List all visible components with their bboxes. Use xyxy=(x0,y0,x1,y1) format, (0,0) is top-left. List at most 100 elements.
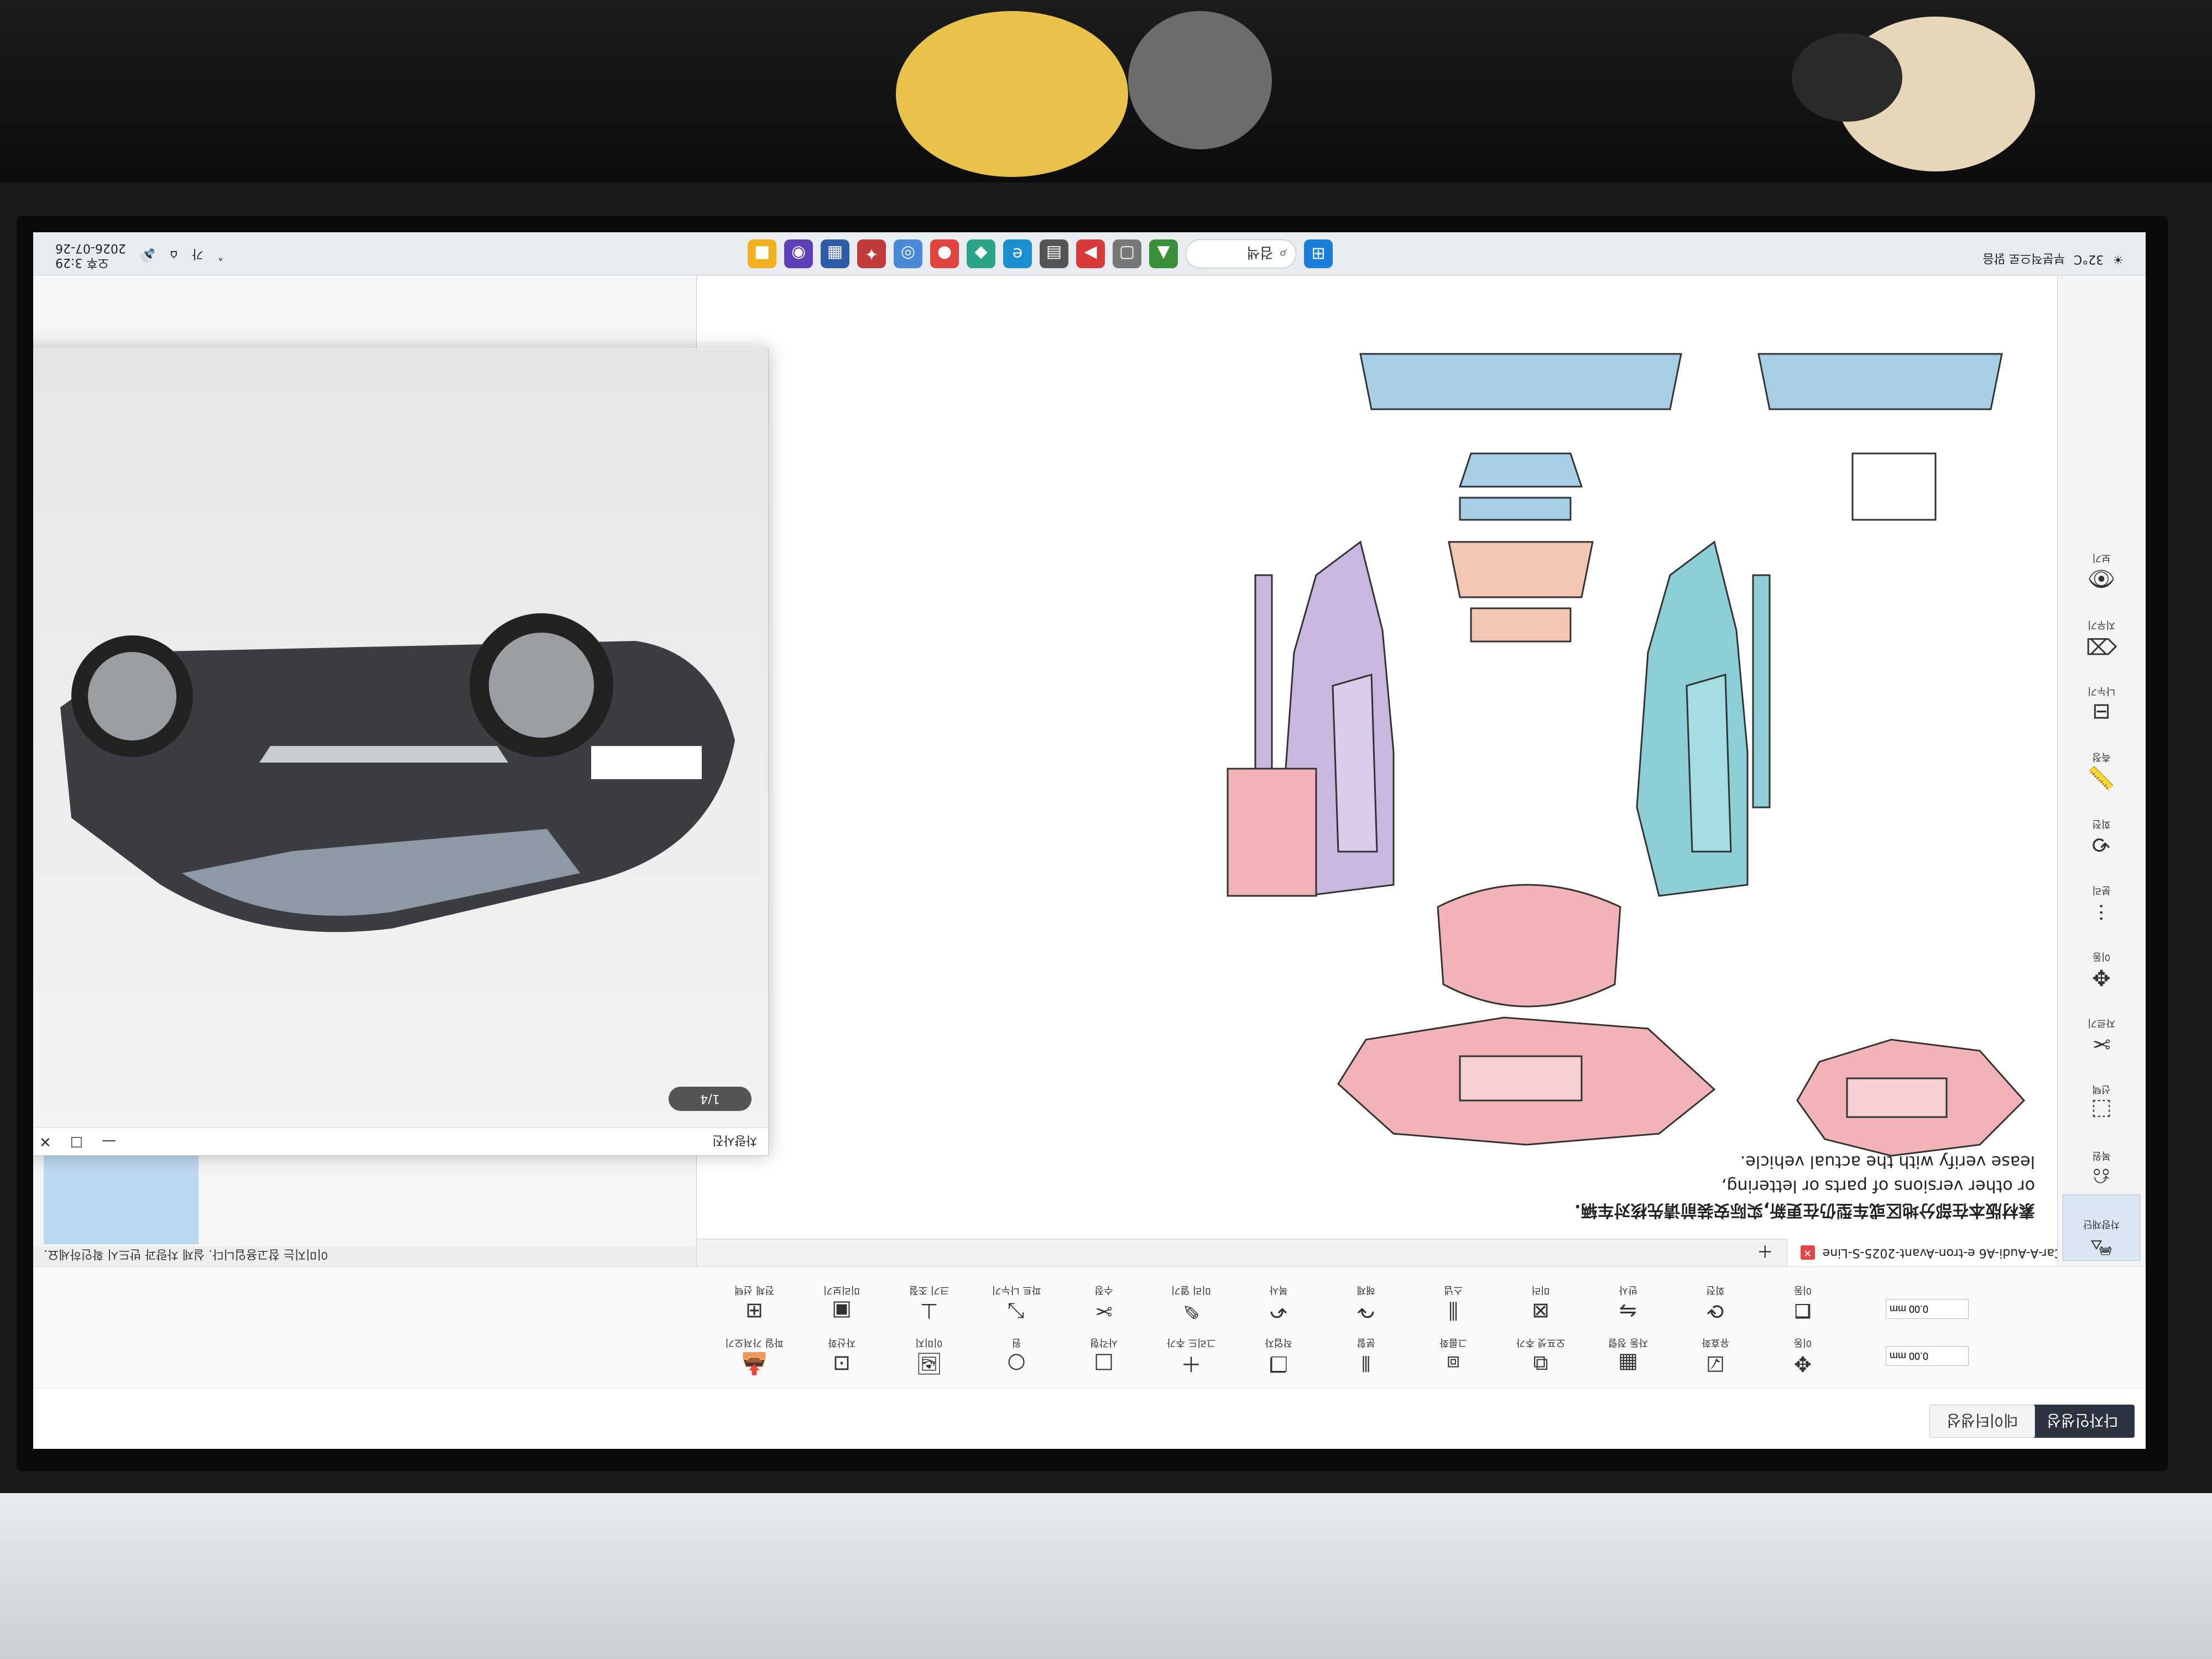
check-icon: ☑ xyxy=(1705,1352,1725,1376)
close-icon[interactable]: ✕ xyxy=(39,1134,51,1150)
tool2-move[interactable]: ⧠ 이동 xyxy=(1770,1275,1836,1324)
weather-icon: ☀ xyxy=(2112,252,2124,267)
tool-file-import[interactable]: 📥 파일 가져오기 xyxy=(721,1327,787,1377)
viewer-title: 차량사진 xyxy=(712,1133,757,1147)
car-photo xyxy=(60,613,735,932)
rotate-icon: ⟳ xyxy=(1707,1299,1724,1323)
offset-input-1[interactable] xyxy=(1886,1346,1969,1366)
chrome-icon[interactable]: ◎ xyxy=(894,239,922,268)
viewer-image-area: 1/4 xyxy=(33,348,768,1128)
tool2-preview-open[interactable]: ✎ 미리 열기 xyxy=(1158,1275,1224,1324)
tray-clock[interactable]: 오후 3:29 2026-07-26 xyxy=(55,241,126,269)
maximize-icon[interactable]: ☐ xyxy=(70,1134,83,1150)
hood-part[interactable] xyxy=(1437,884,1621,1008)
plush-toy-far xyxy=(1128,11,1272,149)
tool-split[interactable]: ⫴ 분할 xyxy=(1333,1327,1399,1377)
app-icon-3[interactable]: ▶ xyxy=(1076,239,1105,268)
tool2-copy[interactable]: ↶ 복사 xyxy=(1245,1275,1312,1324)
tool2-reflect[interactable]: ⇋ 반사 xyxy=(1595,1275,1661,1324)
tab-add-button[interactable]: ＋ xyxy=(1744,1239,1787,1267)
offset-input-2[interactable] xyxy=(1886,1299,1969,1319)
pattern-canvas[interactable]: 素材版本在部分地区或车型仍在更新,实际安装前请先核对车辆. or other v… xyxy=(697,276,2057,1239)
desk-surface xyxy=(0,1493,2212,1659)
app-icon-8[interactable]: ▦ xyxy=(821,239,849,268)
reflect-icon: ⇋ xyxy=(1619,1299,1637,1323)
app-icon-9[interactable]: ◉ xyxy=(784,239,813,268)
side-item-rotate[interactable]: ⟲ 회전 xyxy=(2063,791,2140,857)
tool-offset-add[interactable]: ⧉ 오프셋 추가 xyxy=(1507,1327,1574,1377)
background-shelf xyxy=(0,0,2212,182)
app-icon-10[interactable]: ■ xyxy=(748,239,776,268)
tool-group[interactable]: ⧈ 그룹화 xyxy=(1420,1327,1486,1377)
app-icon-5[interactable]: ◆ xyxy=(967,239,995,268)
side-item-view[interactable]: 👁 보기 xyxy=(2063,525,2140,592)
front-bumper-part-small[interactable] xyxy=(1337,1016,1716,1146)
minimize-icon[interactable]: — xyxy=(102,1134,116,1150)
tray-lang[interactable]: 가 xyxy=(192,246,203,264)
tool-image[interactable]: 🖼 이미지 xyxy=(896,1327,962,1377)
close-icon[interactable]: ✕ xyxy=(1800,1245,1815,1260)
ppf-cut-pattern xyxy=(1227,353,2026,1157)
page-indicator: 1/4 xyxy=(669,1087,752,1111)
side-panel-teal[interactable] xyxy=(1636,540,1771,897)
divide-icon: ⊟ xyxy=(2092,699,2111,724)
data-create-button[interactable]: 데이터생성 xyxy=(1929,1405,2035,1438)
app-icon-1[interactable]: ▲ xyxy=(1149,239,1178,268)
volume-icon[interactable]: 🔊 xyxy=(140,248,155,262)
rear-part-small[interactable] xyxy=(1757,353,2003,521)
tool2-rotate[interactable]: ⟳ 회전 xyxy=(1682,1275,1749,1324)
app-icon-7[interactable]: ✦ xyxy=(857,239,886,268)
tool2-mirror[interactable]: ⊠ 미러 xyxy=(1507,1275,1574,1324)
select-icon: ⬚ xyxy=(2091,1097,2112,1123)
restore-icon: ⎌ xyxy=(2093,1164,2110,1189)
undo-icon: ↶ xyxy=(1270,1299,1287,1323)
front-bumper-part[interactable] xyxy=(1796,1039,2026,1157)
tool-circle[interactable]: ○ 원 xyxy=(983,1327,1050,1377)
split-icon: ⫴ xyxy=(1361,1352,1370,1376)
roof-part[interactable] xyxy=(1448,541,1594,643)
tool-move[interactable]: ✥ 이동 xyxy=(1770,1327,1836,1377)
side-item-divide[interactable]: ⊟ 나누기 xyxy=(2063,658,2140,724)
app-icon-6[interactable]: ● xyxy=(930,239,959,268)
tool2-snap[interactable]: ⫼ 스냅 xyxy=(1420,1275,1486,1324)
resize-icon: ⤡ xyxy=(1008,1299,1025,1323)
tool2-release[interactable]: ↷ 해제 xyxy=(1333,1275,1399,1324)
tool-worker[interactable]: ❐ 작업자 xyxy=(1245,1327,1312,1377)
monitor-screen: 다자인생성 데이터생성 ✥이동 ☑유효화 ▦자동 정렬 ⧉오프셋 추가 ⧈그룹화… xyxy=(33,232,2146,1449)
plush-toy-center xyxy=(896,11,1128,177)
tool2-select-all[interactable]: ⊞ 전체 선택 xyxy=(721,1275,787,1324)
side-item-select[interactable]: ⬚ 선택 xyxy=(2063,1056,2140,1123)
taskbar-search[interactable]: ⌕ 검색 xyxy=(1186,239,1296,268)
hidden-part[interactable] xyxy=(1227,768,1317,897)
tool-validate[interactable]: ☑ 유효화 xyxy=(1682,1327,1749,1377)
vehicle-thumbnail[interactable] xyxy=(44,1150,199,1244)
side-item-erase[interactable]: ⌫ 지우기 xyxy=(2063,592,2140,658)
edge-icon[interactable]: e xyxy=(1003,239,1032,268)
network-icon[interactable]: ⌂ xyxy=(170,248,178,262)
preview-icon: ▣ xyxy=(832,1299,852,1323)
side-item-cut[interactable]: ✂ 자르기 xyxy=(2063,990,2140,1056)
side-item-vehicle-cut[interactable]: ⛍ 차량재단 xyxy=(2063,1194,2140,1261)
start-icon[interactable]: ⊞ xyxy=(1304,239,1333,268)
design-create-button[interactable]: 다자인생성 xyxy=(2030,1405,2135,1438)
rectangle-icon: □ xyxy=(1094,1352,1114,1376)
chevron-up-icon[interactable]: ˄ xyxy=(217,248,223,262)
tool2-preview[interactable]: ▣ 미리보기 xyxy=(808,1275,875,1324)
taskbar-weather[interactable]: ☀ 32°C 부분적으로 맑음 xyxy=(1983,251,2124,268)
tool-auto-arrange[interactable]: ▦ 자동 정렬 xyxy=(1595,1327,1661,1377)
move-icon: ✥ xyxy=(2092,964,2111,990)
side-item-separate[interactable]: ⫶ 분리 xyxy=(2063,857,2140,924)
side-item-restore[interactable]: ⎌ 복원 xyxy=(2063,1123,2140,1189)
tool2-part-divide[interactable]: ⤡ 파트 나누기 xyxy=(983,1275,1050,1324)
tool2-edit[interactable]: ✂ 수정 xyxy=(1071,1275,1137,1324)
tool-assetize[interactable]: ⊡ 자산화 xyxy=(808,1327,875,1377)
side-item-measure[interactable]: 📏 측정 xyxy=(2063,724,2140,791)
tool-rectangle[interactable]: □ 사각형 xyxy=(1071,1327,1137,1377)
app-icon-4[interactable]: ▤ xyxy=(1040,239,1068,268)
tool-grid-add[interactable]: ＋ 그리드 추가 xyxy=(1158,1327,1224,1377)
app-icon-2[interactable]: ▢ xyxy=(1113,239,1141,268)
side-item-move[interactable]: ✥ 이동 xyxy=(2063,924,2140,990)
tool2-resize[interactable]: ⊥ 크기 조절 xyxy=(896,1275,962,1324)
scissors-icon: ✂ xyxy=(1095,1299,1113,1323)
rear-part[interactable] xyxy=(1359,353,1682,521)
